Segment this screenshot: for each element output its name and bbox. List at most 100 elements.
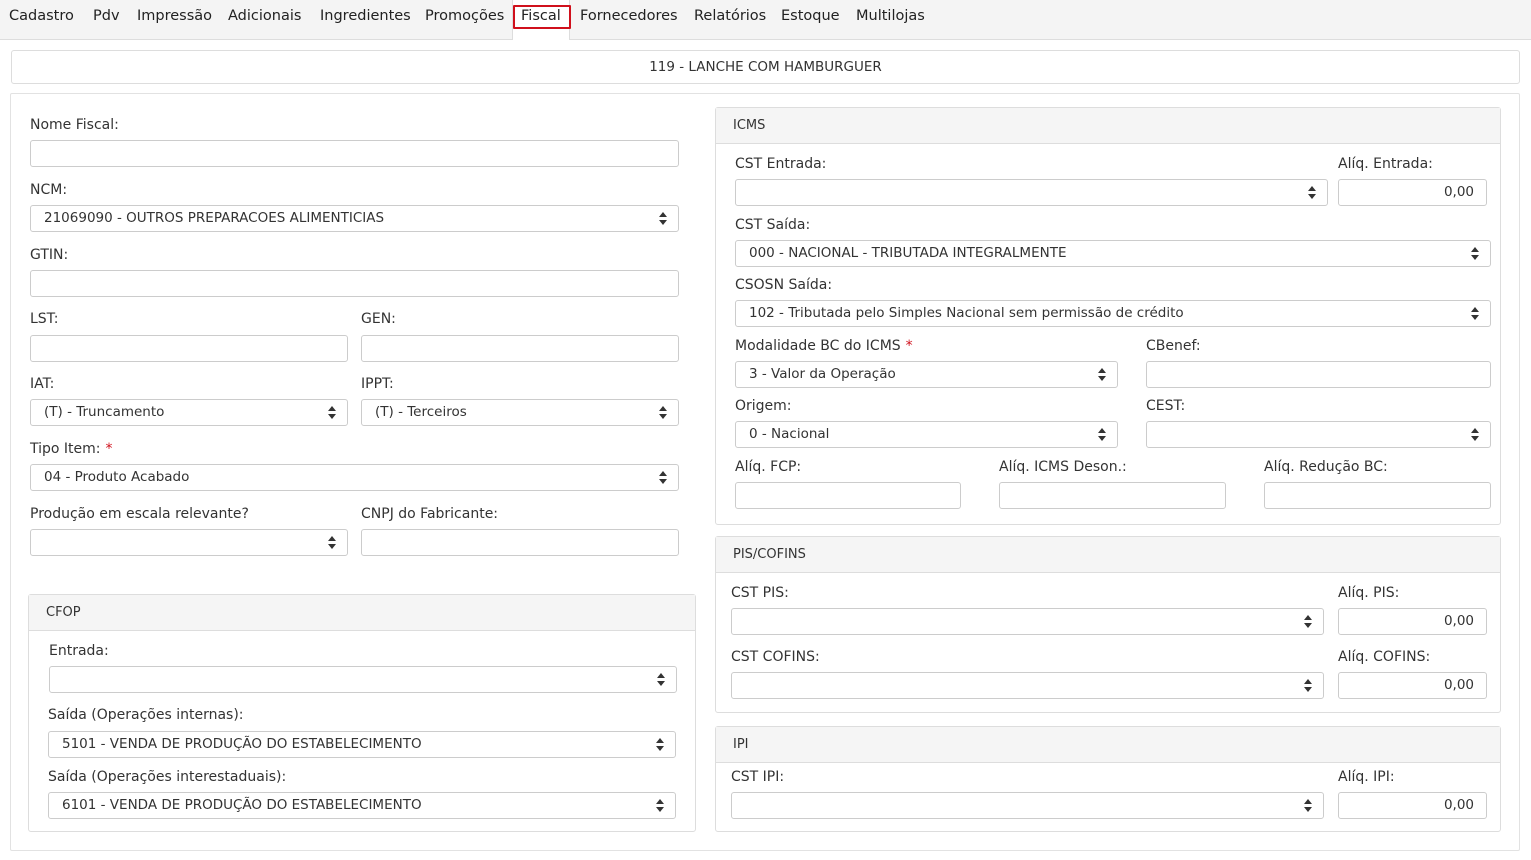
cbenef-label: CBenef: xyxy=(1146,338,1201,354)
cst-cofins-select[interactable] xyxy=(731,672,1324,699)
cst-cofins-label: CST COFINS: xyxy=(731,649,820,665)
gen-input[interactable] xyxy=(361,335,679,362)
cnpj-fabricante-input[interactable] xyxy=(361,529,679,556)
aliq-icms-deson-label: Alíq. ICMS Deson.: xyxy=(999,459,1127,475)
cfop-panel-title: CFOP xyxy=(29,595,695,631)
aliq-ipi-input[interactable]: 0,00 xyxy=(1338,792,1487,819)
origem-select[interactable]: 0 - Nacional xyxy=(735,421,1118,448)
csosn-saida-select[interactable]: 102 - Tributada pelo Simples Nacional se… xyxy=(735,300,1491,327)
select-arrows-icon xyxy=(1471,307,1479,320)
cst-pis-select[interactable] xyxy=(731,608,1324,635)
tab-fiscal-label: Fiscal xyxy=(521,8,561,24)
ncm-label: NCM: xyxy=(30,182,68,198)
tab-fornecedores[interactable]: Fornecedores xyxy=(580,0,678,34)
select-arrows-icon xyxy=(659,406,667,419)
cst-pis-label: CST PIS: xyxy=(731,585,789,601)
select-arrows-icon xyxy=(659,471,667,484)
select-arrows-icon xyxy=(656,799,664,812)
cfop-saida-internas-value: 5101 - VENDA DE PRODUÇÃO DO ESTABELECIME… xyxy=(62,736,422,752)
select-arrows-icon xyxy=(1098,368,1106,381)
cfop-saida-internas-select[interactable]: 5101 - VENDA DE PRODUÇÃO DO ESTABELECIME… xyxy=(48,731,676,758)
nome-fiscal-label: Nome Fiscal: xyxy=(30,117,119,133)
csosn-saida-value: 102 - Tributada pelo Simples Nacional se… xyxy=(749,305,1184,321)
cst-entrada-label: CST Entrada: xyxy=(735,156,827,172)
gtin-label: GTIN: xyxy=(30,247,69,263)
tab-relatorios[interactable]: Relatórios xyxy=(694,0,766,34)
modalidade-bc-label-text: Modalidade BC do ICMS xyxy=(735,338,901,354)
iat-select[interactable]: (T) - Truncamento xyxy=(30,399,348,426)
tab-multilojas[interactable]: Multilojas xyxy=(856,0,925,34)
cst-saida-value: 000 - NACIONAL - TRIBUTADA INTEGRALMENTE xyxy=(749,245,1067,261)
select-arrows-icon xyxy=(1308,186,1316,199)
aliq-fcp-input[interactable] xyxy=(735,482,961,509)
icms-panel-title: ICMS xyxy=(716,108,1500,144)
tipo-item-label-text: Tipo Item: xyxy=(30,441,101,457)
aliq-pis-input[interactable]: 0,00 xyxy=(1338,608,1487,635)
nome-fiscal-input[interactable] xyxy=(30,140,679,167)
modalidade-bc-select[interactable]: 3 - Valor da Operação xyxy=(735,361,1118,388)
ncm-select[interactable]: 21069090 - OUTROS PREPARACOES ALIMENTICI… xyxy=(30,205,679,232)
csosn-saida-label: CSOSN Saída: xyxy=(735,277,833,293)
tab-promocoes[interactable]: Promoções xyxy=(425,0,504,34)
required-marker: * xyxy=(105,441,113,457)
select-arrows-icon xyxy=(328,536,336,549)
gen-label: GEN: xyxy=(361,311,396,327)
gtin-input[interactable] xyxy=(30,270,679,297)
ippt-select[interactable]: (T) - Terceiros xyxy=(361,399,679,426)
modalidade-bc-value: 3 - Valor da Operação xyxy=(749,366,896,382)
ncm-value: 21069090 - OUTROS PREPARACOES ALIMENTICI… xyxy=(44,210,385,226)
cfop-saida-interestaduais-select[interactable]: 6101 - VENDA DE PRODUÇÃO DO ESTABELECIME… xyxy=(48,792,676,819)
aliq-reducao-bc-label: Alíq. Redução BC: xyxy=(1264,459,1388,475)
cst-ipi-label: CST IPI: xyxy=(731,769,785,785)
pis-cofins-panel-title: PIS/COFINS xyxy=(716,537,1500,573)
select-arrows-icon xyxy=(659,212,667,225)
cest-select[interactable] xyxy=(1146,421,1491,448)
tab-estoque[interactable]: Estoque xyxy=(781,0,840,34)
lst-label: LST: xyxy=(30,311,59,327)
tab-cadastro[interactable]: Cadastro xyxy=(9,0,74,34)
cfop-entrada-select[interactable] xyxy=(49,666,677,693)
select-arrows-icon xyxy=(1471,247,1479,260)
producao-escala-select[interactable] xyxy=(30,529,348,556)
cst-ipi-select[interactable] xyxy=(731,792,1324,819)
ipi-panel-title: IPI xyxy=(716,727,1500,763)
iat-value: (T) - Truncamento xyxy=(44,404,165,420)
cst-entrada-select[interactable] xyxy=(735,179,1328,206)
tab-ingredientes[interactable]: Ingredientes xyxy=(320,0,411,34)
cfop-saida-internas-label: Saída (Operações internas): xyxy=(48,707,244,723)
tipo-item-value: 04 - Produto Acabado xyxy=(44,469,190,485)
select-arrows-icon xyxy=(1471,428,1479,441)
aliq-reducao-bc-input[interactable] xyxy=(1264,482,1491,509)
tab-fiscal[interactable]: Fiscal xyxy=(512,0,571,40)
select-arrows-icon xyxy=(1098,428,1106,441)
aliq-cofins-input[interactable]: 0,00 xyxy=(1338,672,1487,699)
ippt-label: IPPT: xyxy=(361,376,394,392)
iat-label: IAT: xyxy=(30,376,55,392)
cest-label: CEST: xyxy=(1146,398,1186,414)
required-marker: * xyxy=(905,338,913,354)
aliq-cofins-label: Alíq. COFINS: xyxy=(1338,649,1431,665)
tab-impressao[interactable]: Impressão xyxy=(137,0,212,34)
tipo-item-select[interactable]: 04 - Produto Acabado xyxy=(30,464,679,491)
origem-label: Origem: xyxy=(735,398,792,414)
lst-input[interactable] xyxy=(30,335,348,362)
origem-value: 0 - Nacional xyxy=(749,426,830,442)
aliq-pis-label: Alíq. PIS: xyxy=(1338,585,1400,601)
cbenef-input[interactable] xyxy=(1146,361,1491,388)
product-title: 119 - LANCHE COM HAMBURGUER xyxy=(11,50,1520,84)
select-arrows-icon xyxy=(656,738,664,751)
producao-escala-label: Produção em escala relevante? xyxy=(30,506,249,522)
select-arrows-icon xyxy=(657,673,665,686)
aliq-entrada-input[interactable]: 0,00 xyxy=(1338,179,1487,206)
tab-adicionais[interactable]: Adicionais xyxy=(228,0,301,34)
cst-saida-select[interactable]: 000 - NACIONAL - TRIBUTADA INTEGRALMENTE xyxy=(735,240,1491,267)
aliq-icms-deson-input[interactable] xyxy=(999,482,1226,509)
tab-pdv[interactable]: Pdv xyxy=(93,0,120,34)
cfop-entrada-label: Entrada: xyxy=(49,643,109,659)
cfop-saida-interestaduais-value: 6101 - VENDA DE PRODUÇÃO DO ESTABELECIME… xyxy=(62,797,422,813)
tipo-item-label: Tipo Item: * xyxy=(30,441,113,457)
aliq-ipi-label: Alíq. IPI: xyxy=(1338,769,1395,785)
select-arrows-icon xyxy=(328,406,336,419)
cst-saida-label: CST Saída: xyxy=(735,217,811,233)
modalidade-bc-label: Modalidade BC do ICMS * xyxy=(735,338,913,354)
